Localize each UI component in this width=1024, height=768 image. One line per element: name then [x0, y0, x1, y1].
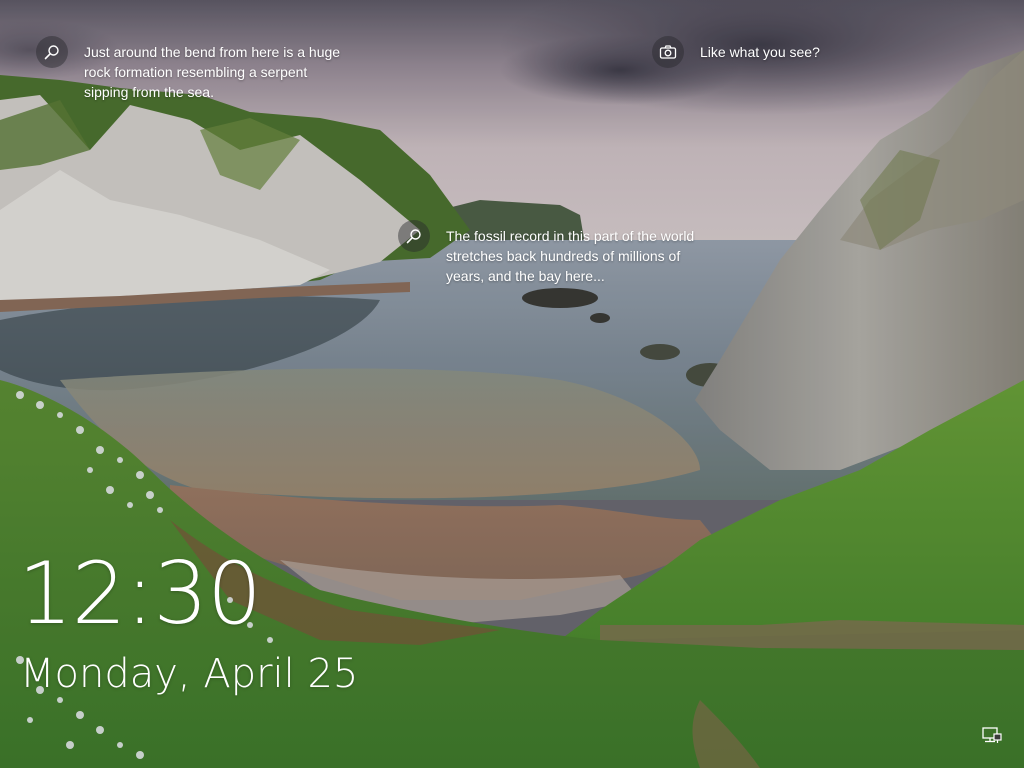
hotspot-text: Just around the bend from here is a huge…: [84, 44, 341, 100]
lock-screen[interactable]: Just around the bend from here is a huge…: [0, 0, 1024, 768]
like-prompt-text: Like what you see?: [700, 44, 820, 60]
hotspot-text: The fossil record in this part of the wo…: [446, 228, 695, 284]
lock-screen-clock: 12:30: [18, 544, 262, 644]
like-what-you-see-prompt[interactable]: Like what you see?: [652, 36, 820, 68]
search-icon: [44, 45, 59, 60]
camera-icon: [659, 45, 677, 59]
hotspot-button[interactable]: [36, 36, 68, 68]
hotspot-fossil-record[interactable]: The fossil record in this part of the wo…: [398, 220, 736, 286]
hotspot-button[interactable]: [398, 220, 430, 252]
lock-screen-date: Monday, April 25: [20, 651, 359, 697]
like-button[interactable]: [652, 36, 684, 68]
network-icon: [982, 727, 1002, 743]
search-icon: [406, 229, 421, 244]
network-button[interactable]: [980, 726, 1004, 748]
hotspot-serpent-rock[interactable]: Just around the bend from here is a huge…: [36, 36, 374, 102]
